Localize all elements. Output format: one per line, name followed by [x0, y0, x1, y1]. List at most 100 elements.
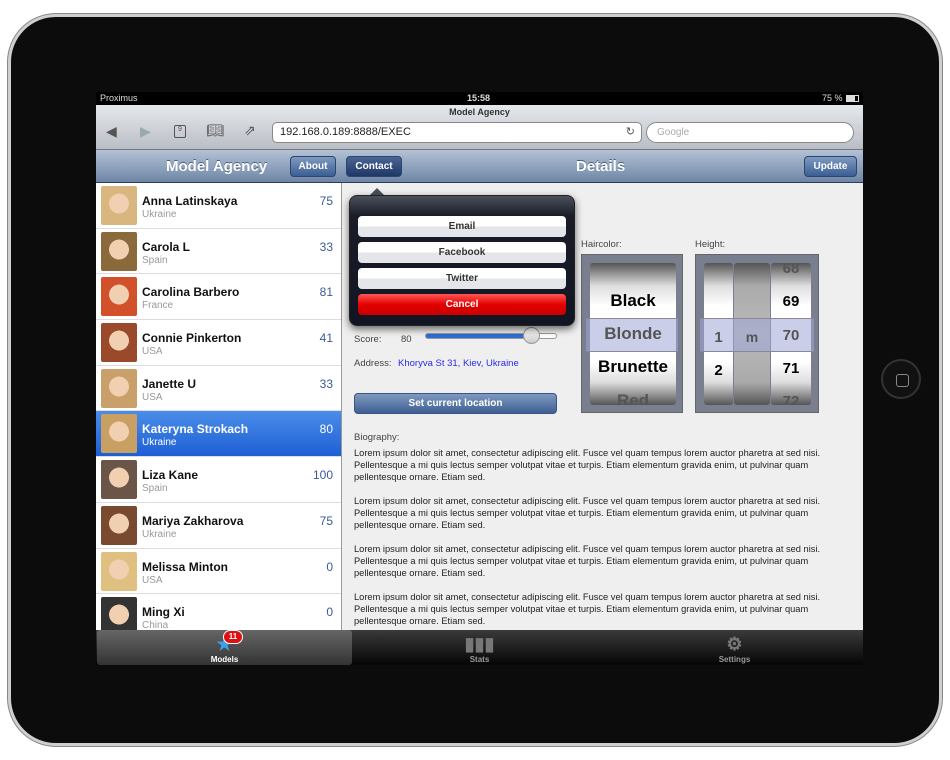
models-badge: 11	[223, 630, 243, 644]
twitter-button[interactable]: Twitter	[358, 268, 566, 289]
model-score: 0	[326, 559, 333, 574]
address-link[interactable]: Khoryva St 31, Kiev, Ukraine	[398, 358, 519, 369]
tab-label: Settings	[718, 655, 751, 664]
cancel-button[interactable]: Cancel	[358, 294, 566, 315]
tab-label: Models	[210, 655, 239, 664]
details-title: Details	[576, 158, 626, 175]
bar-chart-icon: ▮▮▮	[464, 634, 495, 654]
model-country: Ukraine	[142, 528, 177, 540]
list-item[interactable]: Carolina Barbero France 81	[96, 274, 341, 321]
update-button[interactable]: Update	[804, 156, 857, 177]
haircolor-picker[interactable]: Black Blonde Brunette Red	[581, 254, 683, 413]
bookmarks-icon[interactable]: 📖︎	[206, 122, 224, 139]
tab-bar: ★ 11 Models ▮▮▮ Stats ⚙ Settings	[96, 630, 863, 665]
biography-paragraph: Lorem ipsum dolor sit amet, consectetur …	[354, 592, 821, 626]
model-country: China	[142, 620, 169, 630]
master-title: Model Agency	[166, 158, 268, 175]
list-item[interactable]: Anna Latinskaya Ukraine 75	[96, 183, 341, 229]
score-label: Score:	[354, 334, 382, 345]
model-list[interactable]: Anna Latinskaya Ukraine 75 Carola L Spai…	[96, 183, 342, 630]
reload-icon[interactable]: ↻	[626, 125, 635, 138]
model-name: Melissa Minton	[142, 559, 229, 574]
model-score: 75	[319, 513, 333, 528]
height-meter-option[interactable]: 2	[704, 362, 733, 379]
height-cm-option[interactable]: 71	[771, 360, 811, 377]
model-country: Spain	[142, 254, 168, 266]
list-item[interactable]: Mariya Zakharova Ukraine 75	[96, 503, 341, 549]
tabs-icon[interactable]: 9	[174, 125, 186, 138]
list-item[interactable]: Carola L Spain 33	[96, 229, 341, 275]
model-country: Ukraine	[142, 209, 177, 220]
model-country: Ukraine	[142, 437, 177, 449]
model-score: 41	[319, 331, 333, 346]
carrier: Proximus	[100, 93, 138, 103]
url-field[interactable]: 192.168.0.189:8888/EXEC ↻	[272, 122, 642, 143]
model-score: 0	[326, 605, 333, 620]
height-picker[interactable]: 1 2 m 68 69 70 71 72	[695, 254, 819, 413]
tab-label: Stats	[469, 655, 490, 664]
list-item[interactable]: Connie Pinkerton USA 41	[96, 320, 341, 366]
model-name: Mariya Zakharova	[142, 513, 244, 528]
model-name: Carolina Barbero	[142, 285, 240, 300]
list-item[interactable]: Kateryna Strokach Ukraine 80	[96, 411, 341, 458]
model-country: France	[142, 300, 174, 312]
height-cm-option[interactable]: 72	[771, 393, 811, 405]
haircolor-option[interactable]: Black	[590, 291, 676, 311]
url-text: 192.168.0.189:8888/EXEC	[280, 126, 411, 138]
height-cm-wheel[interactable]: 68 69 70 71 72	[771, 263, 811, 405]
list-item[interactable]: Melissa Minton USA 0	[96, 549, 341, 595]
model-name: Anna Latinskaya	[142, 194, 238, 208]
avatar	[101, 551, 137, 591]
biography-paragraph: Lorem ipsum dolor sit amet, consectetur …	[354, 544, 821, 578]
avatar	[101, 505, 137, 545]
list-item[interactable]: Janette U USA 33	[96, 366, 341, 412]
height-meter-selected[interactable]: 1	[704, 329, 733, 346]
facebook-button[interactable]: Facebook	[358, 242, 566, 263]
app-nav-bar: Model Agency About Contact Details Updat…	[96, 150, 863, 183]
back-icon[interactable]: ◀	[106, 123, 117, 140]
height-cm-option[interactable]: 69	[771, 293, 811, 310]
share-icon[interactable]: ⇗	[244, 122, 256, 139]
height-cm-option[interactable]: 68	[771, 263, 811, 277]
haircolor-option[interactable]: Red	[590, 391, 676, 405]
list-item[interactable]: Ming Xi China 0	[96, 594, 341, 630]
score-slider-thumb[interactable]	[522, 327, 540, 344]
avatar	[101, 323, 137, 363]
model-score: 33	[319, 239, 333, 254]
set-location-button[interactable]: Set current location	[354, 393, 557, 414]
model-score: 33	[319, 376, 333, 391]
model-score: 100	[312, 468, 333, 483]
model-name: Janette U	[142, 376, 197, 391]
browser-title: Model Agency	[449, 107, 510, 117]
browser-toolbar: Model Agency ◀ ▶ 9 📖︎ ⇗ 192.168.0.189:88…	[96, 105, 863, 150]
model-country: USA	[142, 346, 163, 358]
clock: 15:58	[467, 93, 491, 103]
height-unit-wheel: m	[734, 263, 770, 405]
tab-settings[interactable]: ⚙ Settings	[607, 630, 862, 665]
list-item[interactable]: Liza Kane Spain 100	[96, 457, 341, 503]
address-label: Address:	[354, 358, 392, 369]
model-name: Connie Pinkerton	[142, 331, 242, 346]
home-button[interactable]	[881, 359, 921, 399]
forward-icon[interactable]: ▶	[140, 123, 151, 140]
haircolor-label: Haircolor:	[581, 239, 622, 250]
tab-models[interactable]: ★ 11 Models	[97, 630, 352, 665]
model-score: 75	[319, 194, 333, 208]
model-name: Carola L	[142, 239, 191, 254]
height-meters-wheel[interactable]: 1 2	[704, 263, 733, 405]
battery-icon	[846, 95, 859, 102]
biography-paragraph: Lorem ipsum dolor sit amet, consectetur …	[354, 448, 821, 482]
status-bar: Proximus 15:58 75 %	[96, 92, 863, 105]
avatar	[101, 277, 137, 317]
height-cm-selected[interactable]: 70	[771, 327, 811, 344]
haircolor-option[interactable]: Brunette	[590, 357, 676, 377]
email-button[interactable]: Email	[358, 216, 566, 237]
search-input[interactable]: Google	[646, 122, 854, 143]
haircolor-option-selected[interactable]: Blonde	[590, 324, 676, 344]
about-button[interactable]: About	[290, 156, 336, 177]
haircolor-wheel[interactable]: Black Blonde Brunette Red	[590, 263, 676, 405]
model-score: 80	[319, 422, 333, 437]
contact-button[interactable]: Contact	[346, 156, 402, 177]
tab-stats[interactable]: ▮▮▮ Stats	[352, 630, 607, 665]
biography-label: Biography:	[354, 432, 400, 443]
